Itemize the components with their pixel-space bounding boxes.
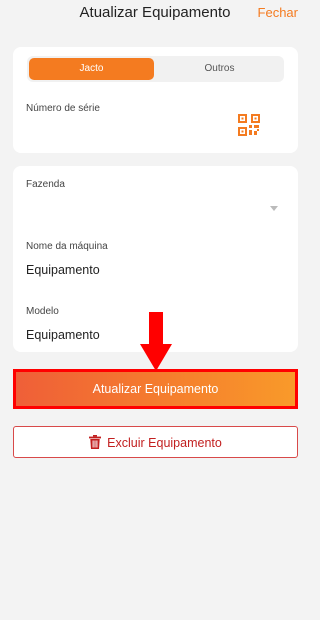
machine-name-label: Nome da máquina <box>26 241 108 252</box>
top-bar: Atualizar Equipamento Fechar <box>0 0 310 28</box>
delete-button-content: Excluir Equipamento <box>14 435 297 450</box>
machine-name-input[interactable]: Equipamento <box>26 263 100 277</box>
delete-equipment-button[interactable]: Excluir Equipamento <box>13 426 298 458</box>
serial-number-label: Número de série <box>26 103 100 114</box>
trash-icon <box>89 435 102 449</box>
qr-code-icon[interactable] <box>238 114 260 136</box>
brand-segmented-control: Jacto Outros <box>27 56 284 82</box>
model-input[interactable]: Equipamento <box>26 328 100 342</box>
segment-outros[interactable]: Outros <box>157 58 282 80</box>
chevron-down-icon[interactable] <box>270 206 278 211</box>
farm-label: Fazenda <box>26 179 65 190</box>
model-label: Modelo <box>26 306 59 317</box>
delete-button-label: Excluir Equipamento <box>107 436 222 450</box>
serial-number-input[interactable] <box>26 121 226 139</box>
update-equipment-button[interactable]: Atualizar Equipamento <box>13 369 298 409</box>
segment-jacto[interactable]: Jacto <box>29 58 154 80</box>
farm-select[interactable] <box>26 198 256 216</box>
brand-serial-card: Jacto Outros Número de série <box>13 47 298 153</box>
close-button[interactable]: Fechar <box>258 5 298 20</box>
arrow-down-icon <box>140 312 172 371</box>
